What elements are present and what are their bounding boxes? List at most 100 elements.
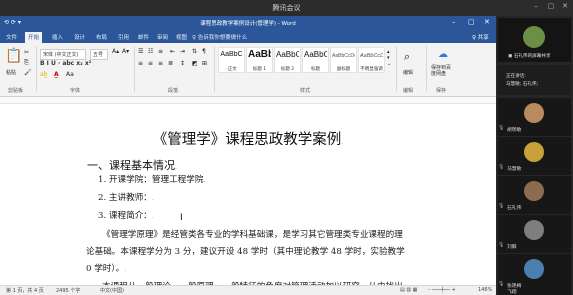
group-editing: 编辑 xyxy=(403,88,414,94)
bullets-icon[interactable]: ☰ xyxy=(138,48,143,55)
align-right-icon[interactable]: ≡ xyxy=(158,60,163,67)
document-window-title: 课程思政教学案例设计(管理学) - Word xyxy=(200,21,296,27)
ruler[interactable] xyxy=(0,97,496,104)
style-subtitle[interactable]: AaBbCcDc 副标题 xyxy=(330,47,357,73)
format-painter-icon[interactable]: 🖌 xyxy=(24,69,32,76)
copy-icon[interactable]: ⎘ xyxy=(24,59,29,67)
word-minimize-icon[interactable]: – xyxy=(452,18,456,26)
highlight-icon[interactable]: ab̲ xyxy=(40,71,48,78)
language-indicator[interactable]: 中文(中国) xyxy=(100,287,124,294)
multilevel-icon[interactable]: ≡ xyxy=(158,48,163,55)
line-spacing-icon[interactable]: ↕ xyxy=(180,60,185,67)
word-count[interactable]: 2495 个字 xyxy=(56,287,80,294)
shrink-font-icon[interactable]: A▾ xyxy=(122,48,129,55)
participant-tile[interactable]: 🎙 马慧敏 xyxy=(498,137,571,175)
participant-tile[interactable]: 🎙 胡旸敏 xyxy=(498,98,571,136)
paste-label[interactable]: 粘贴 xyxy=(6,69,16,76)
tab-insert[interactable]: 插入 xyxy=(52,33,63,41)
tab-layout[interactable]: 布局 xyxy=(96,33,107,41)
font-name-select[interactable]: 宋体 (中文正文) xyxy=(40,49,86,60)
avatar xyxy=(524,220,544,240)
style-name: 不明显强调 xyxy=(360,67,383,72)
find-icon[interactable]: ⌕ xyxy=(404,50,410,64)
numbering-icon[interactable]: ☷ xyxy=(148,48,153,55)
document-page[interactable]: 《管理学》课程思政教学案例. 一、课程基本情况. 1. 开课学院：管理工程学院.… xyxy=(0,114,496,294)
shading-icon[interactable]: ◩ xyxy=(192,60,198,67)
zoom-slider[interactable]: – ───┼── + xyxy=(428,287,456,293)
decrease-indent-icon[interactable]: ⇤ xyxy=(170,48,175,55)
tab-home[interactable]: 开始 xyxy=(25,32,43,43)
style-normal[interactable]: AaBbC ·正文 xyxy=(218,47,245,73)
style-subtle-emphasis[interactable]: AaBbCcD 不明显强调 xyxy=(358,47,385,73)
style-heading-2[interactable]: AaBbC 标题 2 xyxy=(274,47,301,73)
avatar xyxy=(524,181,544,201)
font-color-icon[interactable]: A̲ xyxy=(54,71,59,78)
word-maximize-icon[interactable]: ▢ xyxy=(468,18,475,26)
tab-mailings[interactable]: 邮件 xyxy=(138,33,149,41)
tab-view[interactable]: 视图 xyxy=(176,33,187,41)
tab-design[interactable]: 设计 xyxy=(74,33,85,41)
document-title: 《管理学》课程思政教学案例. xyxy=(152,132,344,148)
style-preview: AaBbC xyxy=(220,51,243,58)
increase-indent-icon[interactable]: ⇥ xyxy=(180,48,185,55)
baidu-cloud-icon[interactable]: ☁ xyxy=(438,49,448,60)
show-marks-icon[interactable]: ¶ xyxy=(202,48,206,55)
align-center-icon[interactable]: ≡ xyxy=(148,60,153,67)
grow-font-icon[interactable]: A▴ xyxy=(112,48,119,55)
minimize-icon[interactable]: – xyxy=(530,2,542,10)
page-count[interactable]: 第 1 页，共 4 页 xyxy=(6,287,44,294)
cut-icon[interactable]: ✂ xyxy=(24,49,29,56)
paragraph-mark: . xyxy=(175,164,177,171)
mic-icon: 🎙 xyxy=(498,282,505,287)
zoom-level[interactable]: 146% xyxy=(478,287,492,293)
speaking-names: 马慧敏; 石礼伟; xyxy=(506,82,539,87)
paragraph-mark: . xyxy=(203,177,206,184)
style-name: 标题 2 xyxy=(280,67,295,72)
avatar xyxy=(524,103,544,123)
style-heading-1[interactable]: AaBb 标题 1 xyxy=(246,47,273,73)
tab-references[interactable]: 引用 xyxy=(118,33,129,41)
style-title[interactable]: AaBbC 标题 xyxy=(302,47,329,73)
style-name: 副标题 xyxy=(336,67,351,72)
participant-tile[interactable]: 🎙 刘蘇 xyxy=(498,215,571,253)
word-close-icon[interactable]: ✕ xyxy=(484,18,490,26)
align-left-icon[interactable]: ≡ xyxy=(138,60,143,67)
sort-icon[interactable]: ⇅ xyxy=(192,48,197,55)
styles-more-icon[interactable]: ▴ ▾ ⌄ xyxy=(387,49,391,67)
format-buttons[interactable]: B I U · abc x₂ x² xyxy=(40,60,91,67)
paragraph-mark: . xyxy=(151,213,154,220)
paste-icon[interactable]: 📋 xyxy=(5,48,22,64)
participant-tile[interactable]: 飞翔 xyxy=(498,288,571,295)
document-area[interactable]: 《管理学》课程思政教学案例. 一、课程基本情况. 1. 开课学院：管理工程学院.… xyxy=(0,114,496,292)
screen-sharer-tile[interactable]: ▣ 石礼伟的屏幕共享 xyxy=(498,18,571,62)
style-preview: AaBb xyxy=(248,49,271,60)
ribbon-separator xyxy=(396,46,397,92)
list-item: 2. 主讲教师：. xyxy=(98,193,154,203)
group-save: 保存 xyxy=(436,88,447,94)
mouse-cursor-icon: I xyxy=(180,213,183,223)
share-button[interactable]: ♀ 共享 xyxy=(472,33,489,41)
close-icon[interactable]: ✕ xyxy=(559,2,571,10)
status-bar: 第 1 页，共 4 页 2495 个字 中文(中国) ▤ ▥ ▦ – ───┼─… xyxy=(0,285,496,295)
baidu-save-button[interactable]: 保存到百度网盘 xyxy=(431,65,453,77)
borders-icon[interactable]: ⊞ xyxy=(202,60,207,67)
font-size-select[interactable]: 五号 xyxy=(90,49,108,60)
style-name: 标题 xyxy=(311,67,320,72)
view-mode-icons[interactable]: ▤ ▥ ▦ xyxy=(400,287,417,293)
participant-name: 石礼伟 xyxy=(507,206,522,211)
justify-icon[interactable]: ≣ xyxy=(168,60,173,67)
ribbon-separator xyxy=(36,46,37,92)
style-name: 标题 1 xyxy=(252,67,267,72)
edit-label[interactable]: 编辑 xyxy=(403,69,413,76)
tab-file[interactable]: 文件 xyxy=(6,33,17,41)
tell-me-search[interactable]: ♀ 告诉我你想要做什么 xyxy=(192,33,247,41)
maximize-icon[interactable]: ▢ xyxy=(545,2,557,10)
mic-icon: 🎙 xyxy=(498,243,505,248)
char-shading-icon[interactable]: Aa xyxy=(66,71,74,78)
mic-icon: 🎙 xyxy=(498,165,505,170)
ribbon-separator xyxy=(426,46,427,92)
meeting-titlebar: 腾讯会议 – ▢ ✕ xyxy=(0,0,573,16)
participant-tile[interactable]: 🎙 张艳梅 xyxy=(498,254,571,292)
tab-review[interactable]: 审阅 xyxy=(157,33,168,41)
participant-tile[interactable]: 🎙 石礼伟 xyxy=(498,176,571,214)
